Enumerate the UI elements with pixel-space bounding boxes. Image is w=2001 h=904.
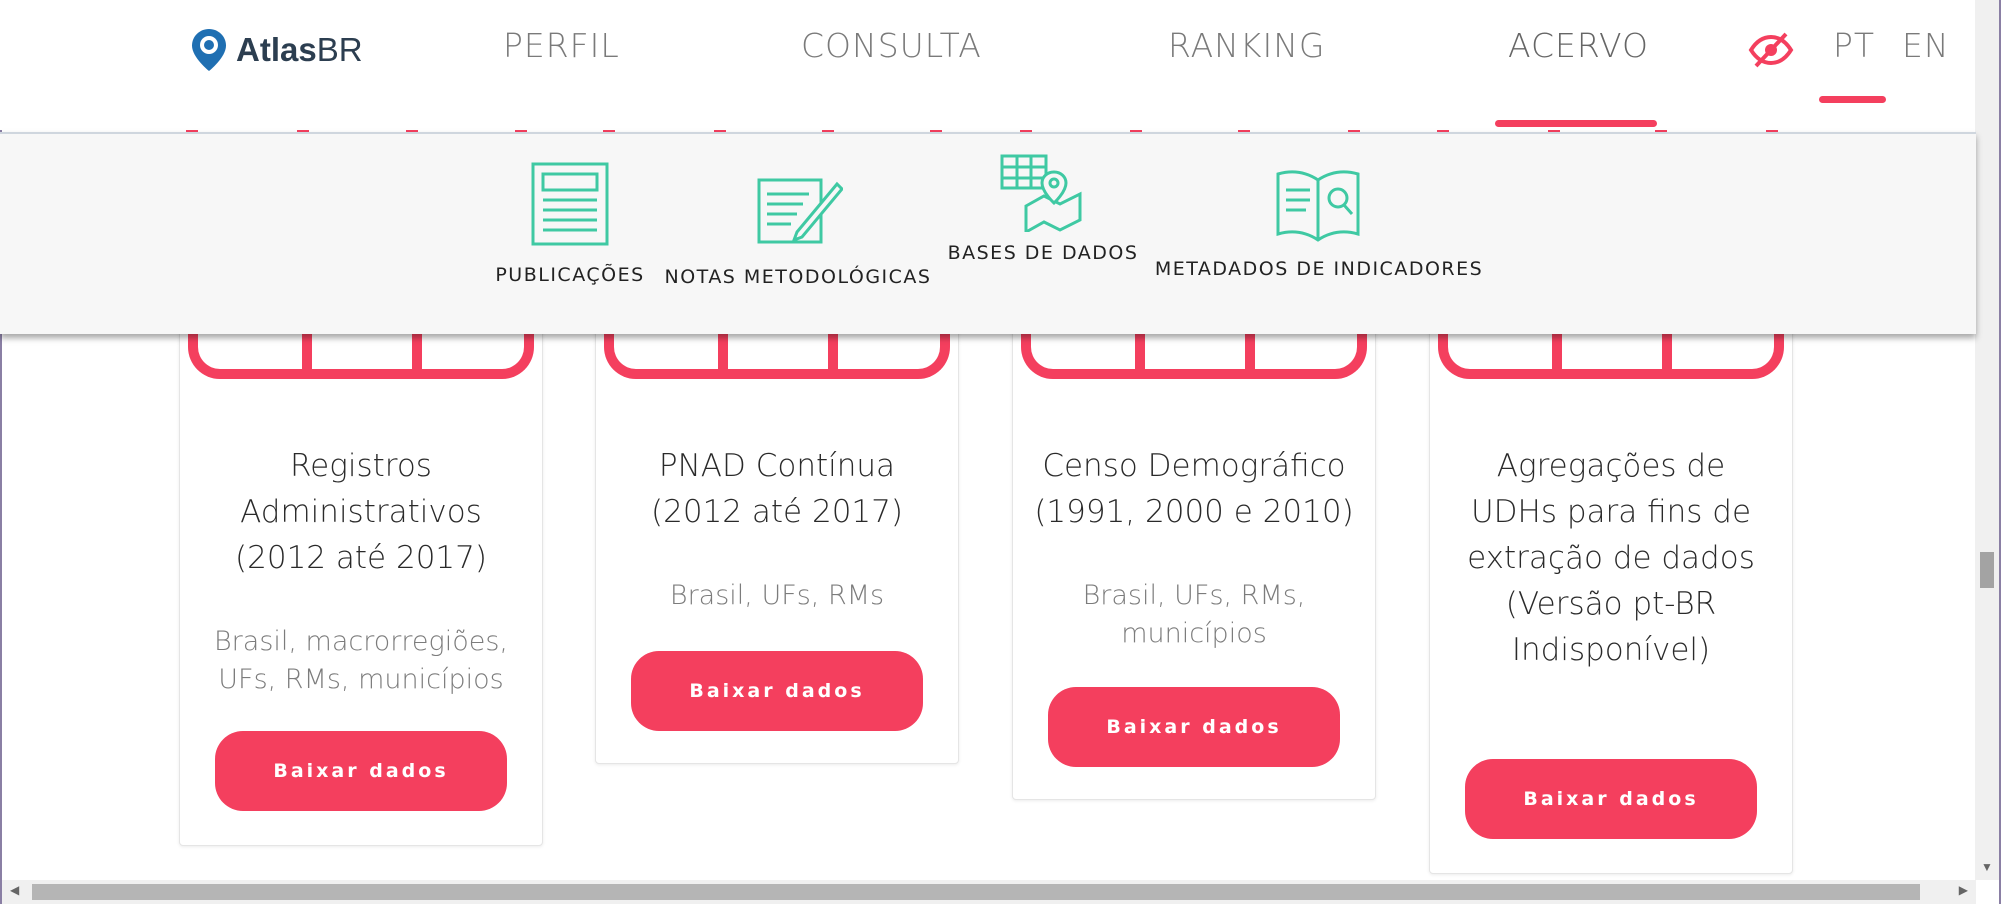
nav-perfil[interactable]: PERFIL [503,26,620,65]
scroll-right-arrow-icon[interactable]: ▶ [1959,883,1968,897]
card-title: Agregações de UDHs para fins de extração d… [1467,448,1755,668]
menu-item-notas-metodologicas[interactable]: NOTAS METODOLÓGICAS [665,170,930,288]
card-title: Censo Demográfico (1991, 2000 e 2010) [1034,448,1354,530]
lang-en[interactable]: EN [1902,26,1950,65]
menu-item-bases-de-dados[interactable]: BASES DE DADOS [947,152,1139,264]
card-coverage: Brasil, UFs, RMs [669,580,885,611]
scroll-left-arrow-icon[interactable]: ◀ [10,883,19,897]
nav-acervo[interactable]: ACERVO [1508,26,1649,65]
acervo-dropdown-menu: PUBLICAÇÕES NOTAS METODOLÓGICAS BASES DE… [0,132,1976,334]
document-icon [531,162,609,246]
notes-pencil-icon [757,178,843,244]
nav-consulta[interactable]: CONSULTA [801,26,982,65]
card-registros-administrativos: Registros Administrativos (2012 até 2017) … [179,280,543,846]
card-coverage: Brasil, UFs, RMs, municípios [1082,580,1306,649]
menu-item-label: METADADOS DE INDICADORES [1154,258,1484,280]
card-agregacoes-udhs: Agregações de UDHs para fins de extração d… [1429,280,1793,874]
vertical-scrollbar[interactable]: ▼ [1975,0,1999,880]
logo-text: AtlasBR [236,31,363,68]
grid-map-pin-icon [1000,154,1082,232]
card-title: PNAD Contínua (2012 até 2017) [651,448,903,530]
card-pnad-continua: PNAD Contínua (2012 até 2017) Brasil, UFs… [595,280,959,764]
map-pin-logo-icon [192,29,226,71]
active-nav-indicator [1495,120,1657,127]
horizontal-scroll-thumb[interactable] [32,884,1920,900]
download-button[interactable]: Baixar dados [631,651,923,731]
active-language-indicator [1819,96,1886,103]
lang-pt[interactable]: PT [1833,26,1875,65]
card-title: Registros Administrativos (2012 até 2017) [235,448,487,576]
menu-item-label: BASES DE DADOS [947,242,1139,264]
nav-ranking[interactable]: RANKING [1168,26,1325,65]
menu-item-metadados-de-indicadores[interactable]: METADADOS DE INDICADORES [1154,162,1484,280]
card-coverage: Brasil, macrorregiões, UFs, RMs, municípi… [214,626,508,695]
menu-item-label: NOTAS METODOLÓGICAS [664,266,932,288]
menu-item-publicacoes[interactable]: PUBLICAÇÕES [495,158,645,286]
horizontal-scrollbar[interactable]: ◀ ▶ [2,880,1976,904]
download-button[interactable]: Baixar dados [1465,759,1757,839]
atlasbr-logo[interactable]: AtlasBR [190,26,363,74]
menu-item-label: PUBLICAÇÕES [495,264,645,286]
open-book-search-icon [1276,170,1360,242]
download-button[interactable]: Baixar dados [1048,687,1340,767]
top-navbar: AtlasBR PERFIL CONSULTA RANKING ACERVO P… [0,0,1976,130]
card-censo-demografico: Censo Demográfico (1991, 2000 e 2010) Bra… [1012,280,1376,800]
scroll-down-arrow-icon[interactable]: ▼ [1981,860,1993,874]
download-button[interactable]: Baixar dados [215,731,507,811]
vertical-scroll-thumb[interactable] [1980,552,1994,588]
eye-slash-icon[interactable] [1748,30,1794,70]
